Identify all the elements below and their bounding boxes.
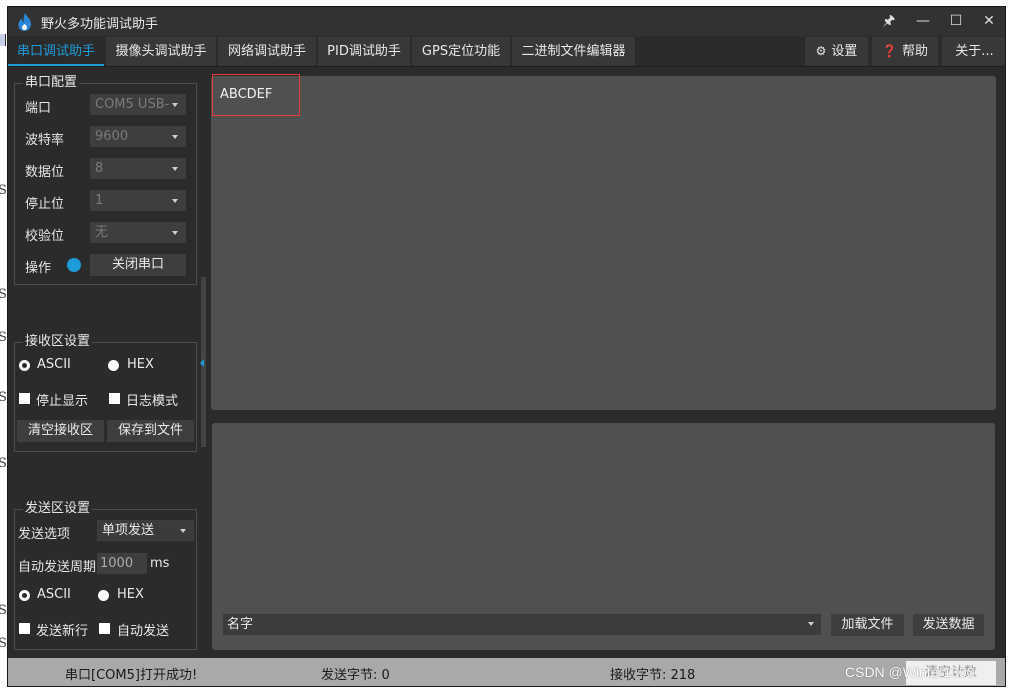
background-document-strip: S S S S S S S: [0, 0, 7, 691]
highlight-box: [212, 74, 300, 116]
background-glyph: S: [0, 390, 7, 405]
send-option-label: 发送选项: [18, 527, 71, 542]
recv-bytes: 接收字节: 218: [610, 668, 696, 683]
chevron-down-icon: [172, 167, 178, 171]
port-status-indicator: [67, 258, 81, 272]
operation-label: 操作: [25, 261, 52, 276]
send-data-button[interactable]: 发送数据: [913, 614, 984, 636]
chevron-down-icon: [180, 529, 186, 533]
stop-display-checkbox[interactable]: [19, 393, 30, 404]
window-title: 野火多功能调试助手: [41, 17, 159, 32]
background-tab: [0, 34, 6, 46]
minimize-button[interactable]: —: [911, 10, 935, 32]
about-menu[interactable]: 关于...: [942, 37, 1005, 66]
background-glyph: S: [0, 636, 7, 651]
splitter-arrow-icon[interactable]: [200, 359, 204, 367]
port-label: 端口: [25, 101, 52, 116]
baud-select[interactable]: 9600: [90, 126, 186, 147]
background-glyph: S: [0, 287, 7, 302]
clear-recv-button[interactable]: 清空接收区: [17, 420, 104, 442]
send-newline-label: 发送新行: [36, 624, 89, 639]
log-mode-checkbox[interactable]: [109, 393, 120, 404]
background-glyph: S: [0, 183, 7, 198]
serial-config-title: 串口配置: [23, 75, 80, 91]
recv-hex-label: HEX: [127, 357, 154, 372]
app-window: 野火多功能调试助手 🖈 — ☐ ✕ 串口调试助手 摄像头调试助手 网络调试助手 …: [7, 6, 1006, 687]
period-label: 自动发送周期: [18, 560, 97, 575]
parity-value: 无: [95, 225, 109, 240]
auto-send-label: 自动发送: [117, 624, 170, 639]
stopbits-value: 1: [95, 193, 104, 208]
send-option-value: 单项发送: [102, 523, 155, 538]
background-glyph: S: [0, 330, 7, 345]
sent-bytes: 发送字节: 0: [321, 668, 390, 683]
chevron-down-icon: [172, 231, 178, 235]
period-unit: ms: [150, 556, 170, 571]
tab-camera[interactable]: 摄像头调试助手: [106, 37, 217, 66]
receive-area[interactable]: ABCDEF: [211, 74, 996, 410]
pin-icon[interactable]: 🖈: [877, 10, 901, 32]
chevron-down-icon: [808, 622, 814, 626]
tab-pid[interactable]: PID调试助手: [318, 37, 411, 66]
chevron-down-icon: [172, 103, 178, 107]
parity-label: 校验位: [25, 229, 65, 244]
baud-label: 波特率: [25, 133, 65, 148]
databits-select[interactable]: 8: [90, 158, 186, 179]
log-mode-label: 日志模式: [126, 394, 179, 409]
recv-ascii-radio[interactable]: [19, 360, 30, 371]
recv-ascii-label: ASCII: [37, 357, 71, 372]
tab-serial[interactable]: 串口调试助手: [8, 37, 105, 66]
help-menu[interactable]: ❓ 帮助: [872, 37, 938, 66]
background-glyph: S: [0, 456, 7, 471]
flame-logo-icon: [18, 13, 31, 31]
send-newline-checkbox[interactable]: [19, 623, 30, 634]
send-settings-title: 发送区设置: [23, 501, 93, 517]
recv-settings-title: 接收区设置: [23, 334, 93, 350]
name-select[interactable]: 名字: [223, 614, 821, 635]
title-bar[interactable]: 野火多功能调试助手 🖈 — ☐ ✕: [8, 7, 1005, 36]
gear-icon: ⚙: [815, 44, 827, 58]
chevron-down-icon: [172, 135, 178, 139]
recv-hex-radio[interactable]: [108, 360, 119, 371]
stopbits-label: 停止位: [25, 197, 65, 212]
maximize-button[interactable]: ☐: [944, 10, 968, 32]
stop-display-label: 停止显示: [36, 394, 89, 409]
send-hex-label: HEX: [117, 587, 144, 602]
tab-gps[interactable]: GPS定位功能: [412, 37, 511, 66]
send-ascii-label: ASCII: [37, 587, 71, 602]
close-button[interactable]: ✕: [977, 10, 1001, 32]
question-icon: ❓: [882, 44, 897, 58]
chevron-down-icon: [172, 199, 178, 203]
parity-select[interactable]: 无: [90, 222, 186, 243]
stopbits-select[interactable]: 1: [90, 190, 186, 211]
settings-menu[interactable]: ⚙ 设置: [805, 37, 868, 66]
port-select[interactable]: COM5 USB-: [90, 94, 186, 115]
send-ascii-radio[interactable]: [19, 590, 30, 601]
baud-value: 9600: [95, 129, 129, 144]
tab-bar: 串口调试助手 摄像头调试助手 网络调试助手 PID调试助手 GPS定位功能 二进…: [8, 36, 1005, 67]
tab-binary-editor[interactable]: 二进制文件编辑器: [512, 37, 636, 66]
databits-label: 数据位: [25, 165, 65, 180]
settings-label: 设置: [831, 44, 858, 59]
csdn-watermark: CSDN @Winter1300: [845, 664, 975, 680]
auto-send-checkbox[interactable]: [99, 623, 110, 634]
close-port-button[interactable]: 关闭串口: [90, 254, 186, 276]
send-hex-radio[interactable]: [98, 590, 109, 601]
background-glyph: S: [0, 603, 7, 618]
databits-value: 8: [95, 161, 104, 176]
help-label: 帮助: [901, 44, 928, 59]
save-to-file-button[interactable]: 保存到文件: [107, 420, 194, 442]
send-option-select[interactable]: 单项发送: [97, 520, 194, 541]
status-message: 串口[COM5]打开成功!: [65, 668, 198, 683]
tab-network[interactable]: 网络调试助手: [218, 37, 317, 66]
name-value: 名字: [227, 617, 254, 632]
period-input[interactable]: 1000: [97, 553, 147, 574]
load-file-button[interactable]: 加载文件: [831, 614, 904, 636]
port-value: COM5 USB-: [95, 97, 170, 112]
